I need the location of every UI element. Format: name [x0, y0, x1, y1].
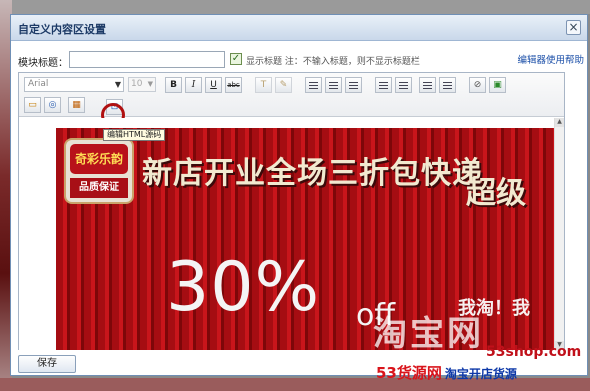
editor-toolbar: Arial ▼ 10 ▼ B I U abc T ✎ ⊘ ▣ ▭ ◎ ▦ ⊡ — [19, 73, 564, 127]
strikethrough-button[interactable]: abc — [225, 77, 242, 93]
editor-scrollbar[interactable]: ▲ ▼ — [554, 118, 564, 350]
font-family-value: Arial — [28, 79, 49, 89]
table-icon[interactable]: ▦ — [68, 97, 85, 113]
italic-button[interactable]: I — [185, 77, 202, 93]
banner-discount: 30% — [166, 248, 321, 327]
banner-headline: 新店开业全场三折包快递 — [142, 156, 483, 191]
html-source-tooltip: 编辑HTML源码 — [103, 129, 166, 141]
numbered-list-icon[interactable] — [439, 77, 456, 93]
highlight-pen-icon[interactable]: ✎ — [275, 77, 292, 93]
background-page-top — [0, 0, 590, 14]
watermark-taobao: 淘宝网 — [373, 314, 484, 354]
banner-super-text: 超级 — [466, 176, 526, 211]
dialog-title: 自定义内容区设置 — [18, 23, 106, 36]
scroll-up-icon[interactable]: ▲ — [555, 118, 564, 127]
bold-button[interactable]: B — [165, 77, 182, 93]
insert-image-icon[interactable]: ▣ — [489, 77, 506, 93]
watermark-domain: 53shop.com — [486, 344, 582, 360]
watermark-site-bar: 53货源网 淘宝开店货源 — [376, 362, 517, 382]
watermark-site-tagline: 淘宝开店货源 — [444, 367, 517, 381]
link-icon[interactable]: ⊘ — [469, 77, 486, 93]
show-title-checkbox[interactable]: ✓ — [230, 53, 242, 65]
watermark-site-name: 53货源网 — [376, 364, 442, 382]
text-color-icon[interactable]: T — [255, 77, 272, 93]
save-button[interactable]: 保存 — [18, 355, 76, 373]
font-family-select[interactable]: Arial ▼ — [24, 77, 124, 92]
indent-icon[interactable] — [395, 77, 412, 93]
align-center-icon[interactable] — [325, 77, 342, 93]
font-size-value: 10 — [131, 79, 143, 89]
badge-quality-text: 品质保证 — [70, 178, 128, 198]
align-left-icon[interactable] — [305, 77, 322, 93]
custom-content-dialog: 自定义内容区设置 × 模块标题： ✓ 显示标题 注：不输入标题，则不显示标题栏 … — [10, 14, 588, 376]
module-title-row: 模块标题： ✓ 显示标题 注：不输入标题，则不显示标题栏 编辑器使用帮助 — [18, 51, 584, 69]
badge-brand-text: 奇彩乐韵 — [70, 144, 128, 174]
align-right-icon[interactable] — [345, 77, 362, 93]
flash-icon[interactable]: ◎ — [44, 97, 61, 113]
font-size-select[interactable]: 10 ▼ — [128, 77, 156, 92]
show-title-note: 显示标题 注：不输入标题，则不显示标题栏 — [246, 57, 420, 67]
close-button[interactable]: × — [566, 20, 581, 35]
editor-help-link[interactable]: 编辑器使用帮助 — [517, 52, 584, 66]
quality-badge: 奇彩乐韵 品质保证 — [64, 138, 134, 204]
outdent-icon[interactable] — [375, 77, 392, 93]
chevron-down-icon: ▼ — [114, 80, 121, 89]
bullet-list-icon[interactable] — [419, 77, 436, 93]
chevron-down-icon: ▼ — [147, 80, 153, 88]
dialog-titlebar: 自定义内容区设置 × — [11, 15, 587, 41]
insert-module-icon[interactable]: ▭ — [24, 97, 41, 113]
module-title-input[interactable] — [69, 51, 225, 68]
module-title-label: 模块标题： — [18, 58, 68, 69]
underline-button[interactable]: U — [205, 77, 222, 93]
